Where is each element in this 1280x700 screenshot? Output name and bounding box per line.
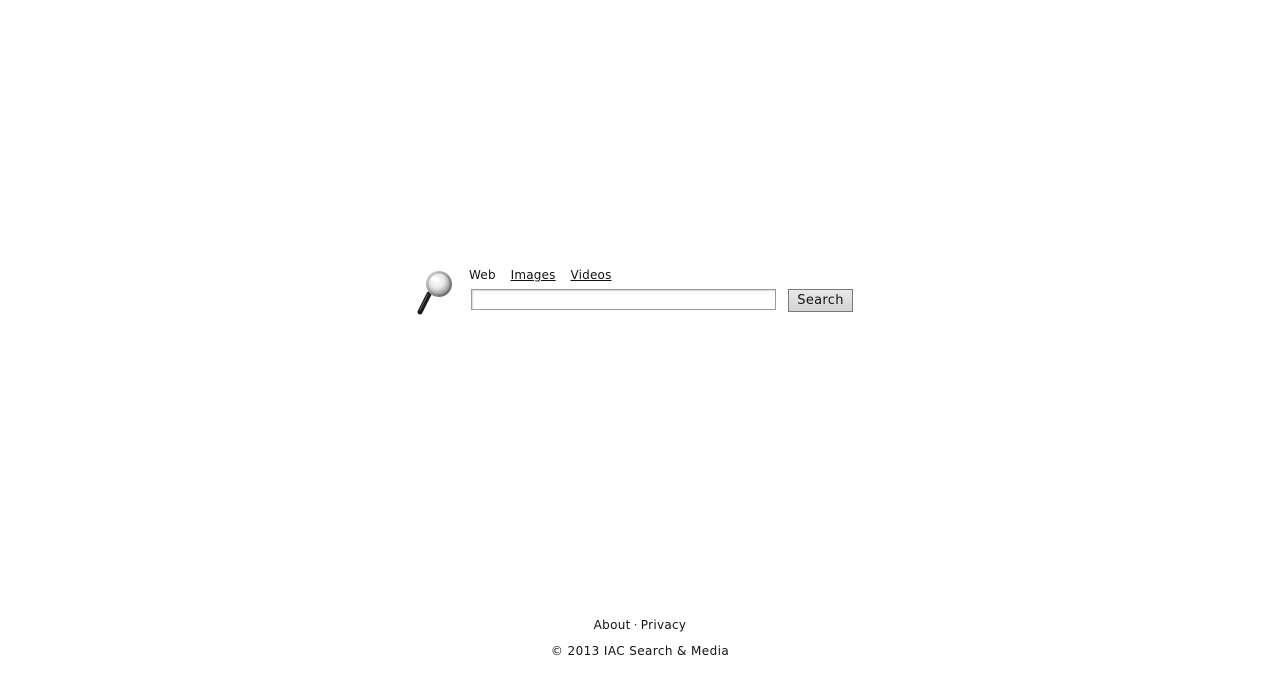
magnifying-glass-icon (417, 271, 452, 315)
search-button[interactable]: Search (788, 289, 853, 312)
copyright-text: © 2013 IAC Search & Media (550, 644, 730, 658)
tab-videos[interactable]: Videos (570, 268, 611, 282)
tab-web[interactable]: Web (469, 268, 496, 282)
search-block: Web Images Videos Search (414, 266, 864, 318)
privacy-link[interactable]: Privacy (641, 618, 687, 632)
search-tabs: Web Images Videos (469, 268, 623, 282)
search-page: Web Images Videos Search About · Privacy ©… (0, 0, 1280, 700)
footer-separator: · (633, 618, 638, 632)
search-input[interactable] (471, 289, 776, 310)
about-link[interactable]: About (594, 618, 631, 632)
footer-links: About · Privacy (0, 618, 1280, 632)
tab-images[interactable]: Images (511, 268, 556, 282)
